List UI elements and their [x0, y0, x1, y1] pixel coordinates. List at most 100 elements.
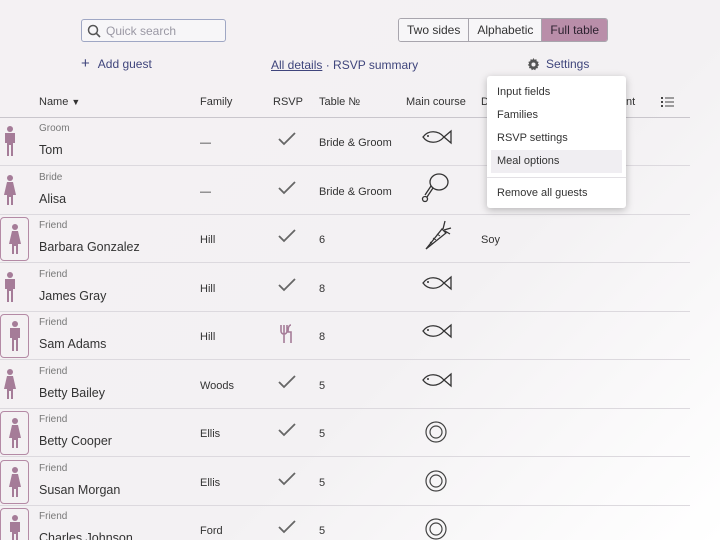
gear-icon — [527, 57, 540, 70]
woman-icon — [3, 368, 25, 403]
fish-icon[interactable] — [420, 126, 452, 151]
man-icon — [0, 508, 29, 540]
comment-column-header[interactable]: nt — [626, 96, 635, 108]
guest-table-number: 5 — [319, 379, 326, 392]
guest-family: — — [200, 185, 211, 198]
guest-family: Hill — [200, 331, 216, 343]
menu-divider — [487, 177, 626, 178]
guest-name[interactable]: Betty Cooper — [39, 434, 112, 448]
menu-item-rsvp-settings[interactable]: RSVP settings — [487, 127, 626, 150]
guest-family: Hill — [200, 234, 216, 246]
man-icon — [3, 126, 25, 160]
plate-icon[interactable] — [420, 466, 452, 499]
guest-family: — — [200, 137, 211, 149]
guest-name[interactable]: James Gray — [39, 289, 106, 303]
rsvp-summary-link[interactable]: RSVP summary — [333, 58, 418, 72]
guest-family: Woods — [200, 379, 235, 392]
settings-button[interactable]: Settings — [527, 57, 589, 71]
all-details-link[interactable]: All details — [271, 58, 322, 72]
checkmark-icon[interactable] — [278, 132, 296, 149]
view-alphabetic-button[interactable]: Alphabetic — [469, 19, 543, 41]
settings-dropdown: Input fields Families RSVP settings Meal… — [487, 76, 626, 208]
guest-family: Ford — [200, 525, 223, 537]
list-icon[interactable] — [661, 96, 674, 108]
guest-row[interactable]: Friend Barbara Gonzalez Hill 6 Soy — [0, 215, 690, 263]
checkmark-icon[interactable] — [278, 471, 296, 489]
guest-role: Friend — [39, 365, 68, 377]
guest-row[interactable]: Friend James Gray Hill 8 — [0, 264, 690, 312]
checkmark-icon[interactable] — [278, 180, 296, 198]
name-column-header[interactable]: Name ▼ — [39, 96, 80, 108]
menu-item-input-fields[interactable]: Input fields — [487, 81, 626, 104]
menu-item-meal-options[interactable]: Meal options — [491, 150, 622, 173]
guest-role: Friend — [39, 414, 68, 425]
view-links: All details · RSVP summary — [271, 58, 418, 72]
guest-row[interactable]: Friend Sam Adams Hill 8 — [0, 312, 690, 360]
guest-role: Friend — [39, 220, 68, 231]
woman-icon — [0, 411, 29, 455]
search-input[interactable] — [106, 23, 224, 38]
guest-row[interactable]: Friend Charles Johnson Ford 5 — [0, 506, 690, 540]
menu-item-families[interactable]: Families — [487, 104, 626, 127]
guest-role: Friend — [39, 268, 68, 280]
guest-name[interactable]: Susan Morgan — [39, 483, 120, 497]
view-full-table-button[interactable]: Full table — [542, 19, 608, 41]
checkmark-icon[interactable] — [278, 423, 296, 440]
guest-name[interactable]: Alisa — [39, 192, 66, 206]
meat-leg-icon[interactable] — [420, 171, 452, 208]
guest-table-number: 8 — [319, 331, 326, 343]
guest-table-number: 5 — [319, 428, 326, 440]
woman-icon — [0, 217, 29, 261]
rsvp-column-header[interactable]: RSVP — [273, 96, 303, 108]
guest-name[interactable]: Tom — [39, 143, 63, 157]
guest-row[interactable]: Friend Betty Bailey Woods 5 — [0, 361, 690, 409]
carrot-icon[interactable] — [420, 219, 452, 256]
plate-icon[interactable] — [420, 417, 452, 450]
checkmark-icon[interactable] — [278, 374, 296, 392]
search-box[interactable] — [81, 19, 226, 42]
checkmark-icon[interactable] — [278, 277, 296, 295]
fish-icon[interactable] — [420, 272, 452, 297]
menu-item-remove-all-guests[interactable]: Remove all guests — [487, 182, 626, 205]
checkmark-icon[interactable] — [278, 229, 296, 246]
guest-row[interactable]: Friend Betty Cooper Ellis 5 — [0, 409, 690, 457]
guest-table-number: Bride & Groom — [319, 185, 392, 198]
guest-table-number: 6 — [319, 234, 326, 246]
man-icon — [0, 314, 29, 358]
guest-family: Ellis — [200, 476, 221, 489]
guest-role: Groom — [39, 123, 70, 134]
guest-role: Friend — [39, 511, 68, 522]
view-two-sides-button[interactable]: Two sides — [399, 19, 470, 41]
guest-diet: Soy — [481, 234, 500, 246]
woman-icon — [0, 459, 29, 504]
sort-down-icon: ▼ — [71, 97, 81, 107]
fish-icon[interactable] — [420, 320, 452, 345]
guest-table-number: 8 — [319, 282, 326, 295]
add-guest-label: Add guest — [97, 57, 152, 71]
plate-icon[interactable] — [420, 514, 452, 540]
guest-table-number: 5 — [319, 525, 326, 537]
guest-name[interactable]: Barbara Gonzalez — [39, 240, 140, 254]
search-icon — [87, 24, 101, 38]
fish-icon[interactable] — [420, 369, 452, 394]
guest-table-number: 5 — [319, 476, 326, 489]
view-toggle: Two sides Alphabetic Full table — [398, 18, 609, 42]
guest-name[interactable]: Charles Johnson — [39, 531, 133, 540]
guest-row[interactable]: Friend Susan Morgan Ellis 5 — [0, 458, 690, 506]
plus-icon: + — [81, 55, 90, 72]
table-column-header[interactable]: Table № — [319, 96, 360, 108]
cutlery-icon[interactable] — [278, 324, 296, 347]
name-column-label: Name — [39, 96, 69, 108]
links-separator: · — [325, 58, 330, 72]
main-course-column-header[interactable]: Main course — [406, 96, 466, 108]
guest-role: Friend — [39, 317, 68, 328]
checkmark-icon[interactable] — [278, 520, 296, 537]
family-column-header[interactable]: Family — [200, 96, 232, 108]
man-icon — [3, 271, 25, 306]
guest-name[interactable]: Betty Bailey — [39, 386, 105, 400]
guest-family: Hill — [200, 282, 216, 295]
woman-icon — [3, 174, 25, 209]
guest-table-number: Bride & Groom — [319, 137, 392, 149]
guest-name[interactable]: Sam Adams — [39, 337, 106, 351]
add-guest-button[interactable]: + Add guest — [81, 55, 152, 72]
